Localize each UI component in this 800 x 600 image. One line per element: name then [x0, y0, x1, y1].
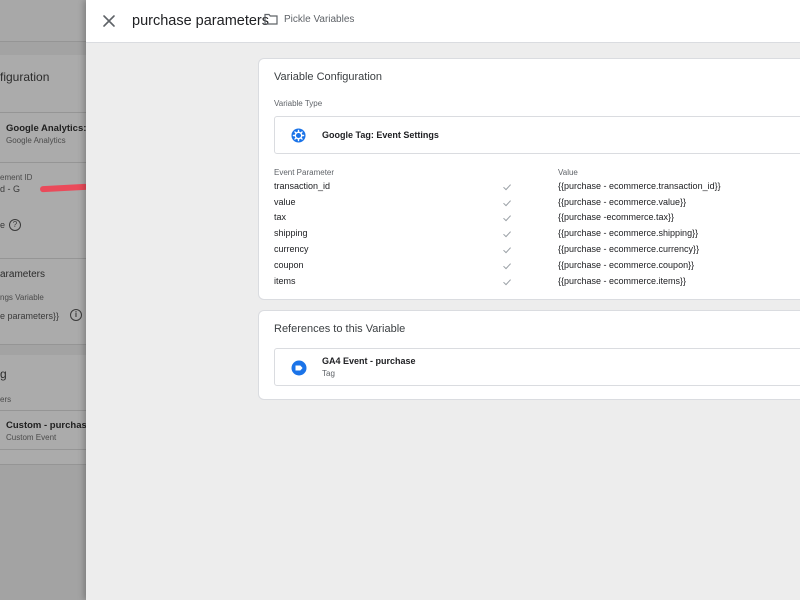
table-row: items {{purchase - ecommerce.items}} — [274, 276, 800, 290]
parameter-name: currency — [274, 244, 309, 254]
background-option-label: e — [0, 220, 6, 230]
check-icon — [503, 231, 511, 238]
reference-item[interactable]: GA4 Event - purchase Tag — [274, 348, 800, 386]
parameter-value: {{purchase - ecommerce.value}} — [558, 197, 687, 207]
background-config-heading: figuration — [0, 70, 50, 84]
parameter-value: {{purchase -ecommerce.tax}} — [558, 212, 675, 222]
background-page: figuration Google Analytics: G Google An… — [0, 0, 86, 600]
parameter-name: shipping — [274, 228, 308, 238]
check-icon — [503, 200, 511, 207]
folder-icon — [264, 13, 278, 25]
check-icon — [503, 184, 511, 191]
parameter-value: {{purchase - ecommerce.coupon}} — [558, 260, 695, 270]
parameter-value: {{purchase - ecommerce.items}} — [558, 276, 687, 286]
table-row: tax {{purchase -ecommerce.tax}} — [274, 212, 800, 226]
background-divider — [0, 112, 86, 113]
background-params-heading: arameters — [0, 269, 46, 280]
parameter-value: {{purchase - ecommerce.currency}} — [558, 244, 700, 254]
references-title: References to this Variable — [274, 323, 406, 335]
table-row: coupon {{purchase - ecommerce.coupon}} — [274, 260, 800, 274]
table-row: shipping {{purchase - ecommerce.shipping… — [274, 228, 800, 242]
background-tag-type-sub: Google Analytics — [6, 136, 66, 145]
table-row: value {{purchase - ecommerce.value}} — [274, 197, 800, 211]
background-trigger-name: Custom - purchase — [6, 420, 86, 431]
help-icon: ? — [9, 219, 21, 231]
check-icon — [503, 247, 511, 254]
background-divider — [0, 410, 86, 411]
background-divider — [0, 162, 86, 163]
info-icon: i — [70, 309, 82, 321]
reference-type: Tag — [322, 369, 335, 378]
background-divider — [0, 258, 86, 259]
variable-type-name: Google Tag: Event Settings — [322, 130, 439, 140]
background-measurement-value: d - G — [0, 184, 21, 194]
variable-type-selector[interactable]: Google Tag: Event Settings — [274, 116, 800, 154]
parameter-name: tax — [274, 212, 287, 222]
background-topbar — [0, 0, 86, 42]
variable-type-label: Variable Type — [274, 99, 323, 108]
variable-configuration-card: Variable Configuration Variable Type Goo… — [258, 58, 800, 300]
check-icon — [503, 263, 511, 270]
gear-icon — [291, 128, 306, 143]
column-header-value: Value — [558, 168, 578, 177]
background-settings-value: e parameters}} — [0, 311, 60, 321]
drawer-header: purchase parameters Pickle Variables — [86, 0, 800, 43]
check-icon — [503, 215, 511, 222]
references-card: References to this Variable GA4 Event - … — [258, 310, 800, 400]
parameter-name: items — [274, 276, 296, 286]
reference-name: GA4 Event - purchase — [322, 356, 416, 366]
background-divider — [0, 449, 86, 450]
background-tag-type-name: Google Analytics: G — [6, 123, 86, 134]
close-icon — [103, 15, 115, 27]
close-button[interactable] — [100, 12, 118, 30]
parameter-name: value — [274, 197, 296, 207]
check-icon — [503, 279, 511, 286]
folder-link[interactable]: Pickle Variables — [284, 14, 354, 25]
variable-drawer: purchase parameters Pickle Variables Var… — [86, 0, 800, 600]
background-trigger-heading: g — [0, 367, 7, 381]
table-row: transaction_id {{purchase - ecommerce.tr… — [274, 181, 800, 195]
background-measurement-label: ement ID — [0, 173, 33, 182]
parameter-value: {{purchase - ecommerce.shipping}} — [558, 228, 699, 238]
table-row: currency {{purchase - ecommerce.currency… — [274, 244, 800, 258]
parameter-name: coupon — [274, 260, 304, 270]
page-title: purchase parameters — [132, 13, 270, 29]
parameter-name: transaction_id — [274, 181, 331, 191]
parameter-value: {{purchase - ecommerce.transaction_id}} — [558, 181, 721, 191]
tag-icon — [291, 360, 307, 376]
background-settings-label: ngs Variable — [0, 293, 44, 302]
background-trigger-type: Custom Event — [6, 433, 57, 442]
background-trigger-label: ers — [0, 395, 12, 404]
configuration-title: Variable Configuration — [274, 71, 383, 83]
column-header-parameter: Event Parameter — [274, 168, 335, 177]
